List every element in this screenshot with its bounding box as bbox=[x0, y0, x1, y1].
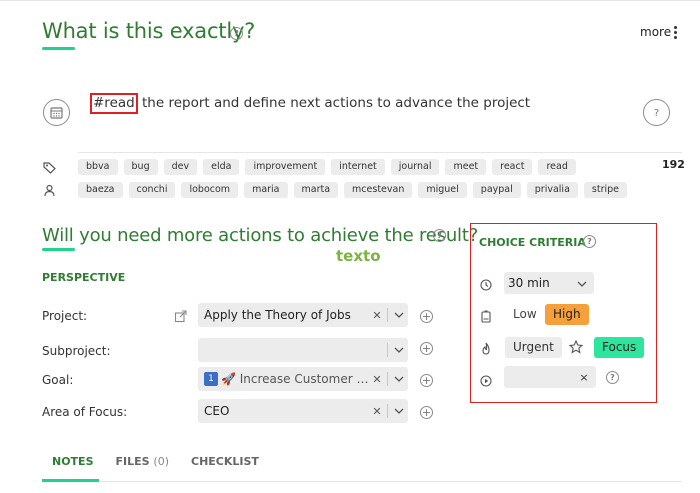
select-divider bbox=[387, 308, 388, 322]
tag-chip[interactable]: bbva bbox=[78, 159, 118, 175]
tab-files[interactable]: FILES (0) bbox=[116, 455, 170, 468]
flame-icon bbox=[480, 340, 492, 359]
tag-chip[interactable]: read bbox=[538, 159, 576, 175]
energy-low-option[interactable]: Low bbox=[505, 304, 545, 325]
criteria-help-icon[interactable]: ? bbox=[583, 235, 596, 248]
tag-chip[interactable]: meet bbox=[445, 159, 487, 175]
focus-toggle[interactable]: Focus bbox=[594, 337, 645, 358]
area-select[interactable]: CEO ✕ bbox=[198, 399, 408, 423]
action-divider bbox=[78, 152, 682, 153]
section-title: Will you need more actions to achieve th… bbox=[42, 225, 479, 246]
clock-icon bbox=[480, 276, 492, 295]
area-value: CEO bbox=[204, 404, 230, 418]
help-person-icon[interactable]: ? bbox=[643, 99, 670, 126]
goal-label: Goal: bbox=[42, 373, 74, 387]
texto-label: texto bbox=[336, 247, 381, 265]
star-icon bbox=[568, 339, 584, 358]
page-title: What is this exactly? bbox=[42, 19, 256, 43]
calendar-icon[interactable] bbox=[43, 99, 70, 126]
project-label: Project: bbox=[42, 309, 88, 323]
tags-list: bbva bug dev elda improvement internet j… bbox=[78, 159, 576, 175]
person-chip[interactable]: maria bbox=[244, 182, 288, 198]
project-select[interactable]: Apply the Theory of Jobs ✕ bbox=[198, 303, 408, 327]
tabs-divider bbox=[42, 481, 682, 482]
more-menu-label[interactable]: more bbox=[640, 25, 671, 39]
title-help-icon[interactable]: ? bbox=[230, 27, 243, 40]
tag-chip[interactable]: internet bbox=[331, 159, 385, 175]
urgent-toggle[interactable]: Urgent bbox=[505, 337, 562, 358]
select-divider bbox=[387, 343, 388, 357]
person-chip[interactable]: conchi bbox=[128, 182, 176, 198]
select-divider bbox=[387, 404, 388, 418]
person-chip[interactable]: mcestevan bbox=[344, 182, 413, 198]
section-help-icon[interactable]: ? bbox=[433, 229, 446, 242]
select-divider bbox=[387, 372, 388, 386]
person-chip[interactable]: marta bbox=[293, 182, 339, 198]
chevron-down-icon[interactable] bbox=[392, 376, 406, 382]
add-project-icon[interactable]: + bbox=[420, 310, 433, 323]
tab-checklist[interactable]: CHECKLIST bbox=[191, 455, 259, 468]
add-subproject-icon[interactable]: + bbox=[420, 342, 433, 355]
subproject-label: Subproject: bbox=[42, 344, 111, 358]
goal-value: 🚀 Increase Customer Acq... bbox=[221, 371, 371, 386]
person-icon bbox=[43, 182, 56, 201]
tag-chip[interactable]: journal bbox=[390, 159, 440, 175]
tag-chip[interactable]: dev bbox=[163, 159, 198, 175]
energy-high-option[interactable]: High bbox=[545, 304, 589, 325]
clear-project-icon[interactable]: ✕ bbox=[371, 309, 383, 322]
perspective-heading: PERSPECTIVE bbox=[42, 271, 126, 284]
top-divider bbox=[0, 0, 700, 1]
tag-chip[interactable]: react bbox=[492, 159, 533, 175]
svg-text:?: ? bbox=[654, 108, 659, 119]
person-chip[interactable]: paypal bbox=[472, 182, 521, 198]
person-chip[interactable]: privalia bbox=[526, 182, 578, 198]
clear-area-icon[interactable]: ✕ bbox=[371, 405, 383, 418]
section-underline bbox=[42, 248, 75, 251]
tag-chip[interactable]: elda bbox=[203, 159, 240, 175]
chevron-down-icon[interactable] bbox=[392, 312, 406, 318]
tab-files-label: FILES bbox=[115, 455, 150, 468]
person-chip[interactable]: lobocom bbox=[181, 182, 239, 198]
chevron-down-icon[interactable] bbox=[577, 276, 591, 290]
goal-select[interactable]: 1🚀 Increase Customer Acq... ✕ bbox=[198, 367, 408, 391]
external-link-icon[interactable] bbox=[174, 308, 187, 327]
person-chip[interactable]: baeza bbox=[78, 182, 123, 198]
subproject-select[interactable] bbox=[198, 338, 408, 362]
person-chip[interactable]: stripe bbox=[583, 182, 627, 198]
goal-number-badge: 1 bbox=[204, 372, 218, 387]
tag-icon bbox=[43, 159, 56, 178]
tag-chip[interactable]: bug bbox=[123, 159, 158, 175]
play-circle-icon bbox=[480, 372, 492, 391]
tab-files-count: (0) bbox=[153, 455, 169, 468]
action-title-text: the report and define next actions to ad… bbox=[137, 95, 531, 111]
tab-notes[interactable]: NOTES bbox=[52, 455, 94, 468]
choice-criteria-title: CHOICE CRITERIA bbox=[479, 236, 586, 249]
add-area-icon[interactable]: + bbox=[420, 406, 433, 419]
tag-chip[interactable]: improvement bbox=[245, 159, 326, 175]
clear-goal-icon[interactable]: ✕ bbox=[371, 373, 383, 386]
people-list: baeza conchi lobocom maria marta mcestev… bbox=[78, 182, 627, 198]
person-chip[interactable]: miguel bbox=[418, 182, 467, 198]
time-value: 30 min bbox=[508, 276, 550, 290]
area-label: Area of Focus: bbox=[42, 405, 128, 419]
more-dots-icon[interactable] bbox=[674, 26, 677, 41]
action-title-input[interactable]: #read the report and define next actions… bbox=[90, 93, 531, 114]
tag-count: 192 bbox=[662, 158, 685, 171]
project-value: Apply the Theory of Jobs bbox=[204, 308, 351, 322]
active-tab-underline bbox=[42, 479, 99, 482]
chevron-down-icon[interactable] bbox=[392, 347, 406, 353]
bottom-tabs: NOTES FILES (0) CHECKLIST bbox=[42, 455, 281, 468]
battery-icon bbox=[480, 308, 492, 327]
chevron-down-icon[interactable] bbox=[392, 408, 406, 414]
context-help-icon[interactable]: ? bbox=[606, 371, 619, 384]
clear-context-icon[interactable]: × bbox=[577, 371, 591, 384]
context-select[interactable]: × bbox=[504, 366, 596, 388]
add-goal-icon[interactable]: + bbox=[420, 374, 433, 387]
hashtag-highlight: #read bbox=[90, 93, 138, 114]
time-select[interactable]: 30 min bbox=[504, 272, 594, 294]
title-underline bbox=[42, 47, 75, 50]
